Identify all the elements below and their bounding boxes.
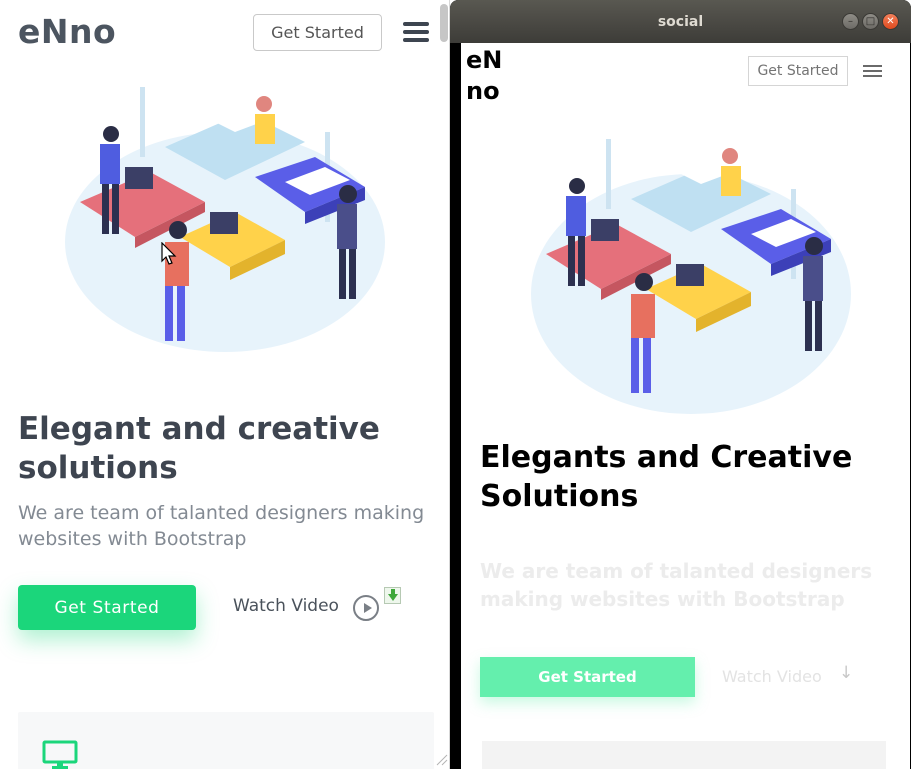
scrollbar-thumb[interactable] [440, 4, 448, 42]
hero-illustration [65, 87, 385, 352]
app-window: social – □ ✕ eNno Get Started Elegants a… [450, 0, 911, 769]
play-circle-icon[interactable] [353, 595, 379, 621]
hero-subtitle: We are team of talanted designers making… [480, 559, 873, 611]
resize-grip-icon[interactable] [434, 752, 448, 766]
download-arrow-icon [384, 587, 401, 604]
minimize-icon[interactable]: – [842, 13, 859, 30]
hero-get-started-button[interactable]: Get Started [18, 585, 196, 630]
window-titlebar[interactable]: social – □ ✕ [450, 0, 911, 43]
site-logo[interactable]: eNno [18, 12, 116, 51]
hero-title: Elegants and Creative Solutions [480, 440, 853, 514]
monitor-icon [42, 740, 78, 769]
maximize-icon[interactable]: □ [862, 13, 879, 30]
hero-title: Elegant and creative solutions [18, 411, 380, 486]
mouse-cursor-icon [161, 242, 177, 265]
watch-video-link[interactable]: Watch Video [233, 596, 339, 616]
down-arrow-icon[interactable]: ↓ [839, 663, 853, 683]
site-logo[interactable]: eNno [466, 45, 516, 101]
browser-preview-pane: eNno Get Started Elegant and creative so… [0, 0, 450, 769]
app-viewport: eNno Get Started Elegants and Creative S… [461, 43, 910, 769]
hero-subtitle: We are team of talanted designers making… [18, 502, 425, 550]
hero-get-started-button[interactable]: Get Started [480, 657, 695, 697]
hero-illustration [531, 139, 851, 414]
header-get-started-button[interactable]: Get Started [253, 14, 382, 51]
feature-card [482, 741, 886, 769]
watch-video-link[interactable]: Watch Video [722, 667, 822, 686]
close-icon[interactable]: ✕ [882, 13, 899, 30]
header-get-started-button[interactable]: Get Started [748, 56, 848, 86]
hamburger-menu-icon[interactable] [403, 22, 429, 42]
hamburger-menu-icon[interactable] [863, 65, 882, 77]
feature-card [18, 712, 434, 769]
